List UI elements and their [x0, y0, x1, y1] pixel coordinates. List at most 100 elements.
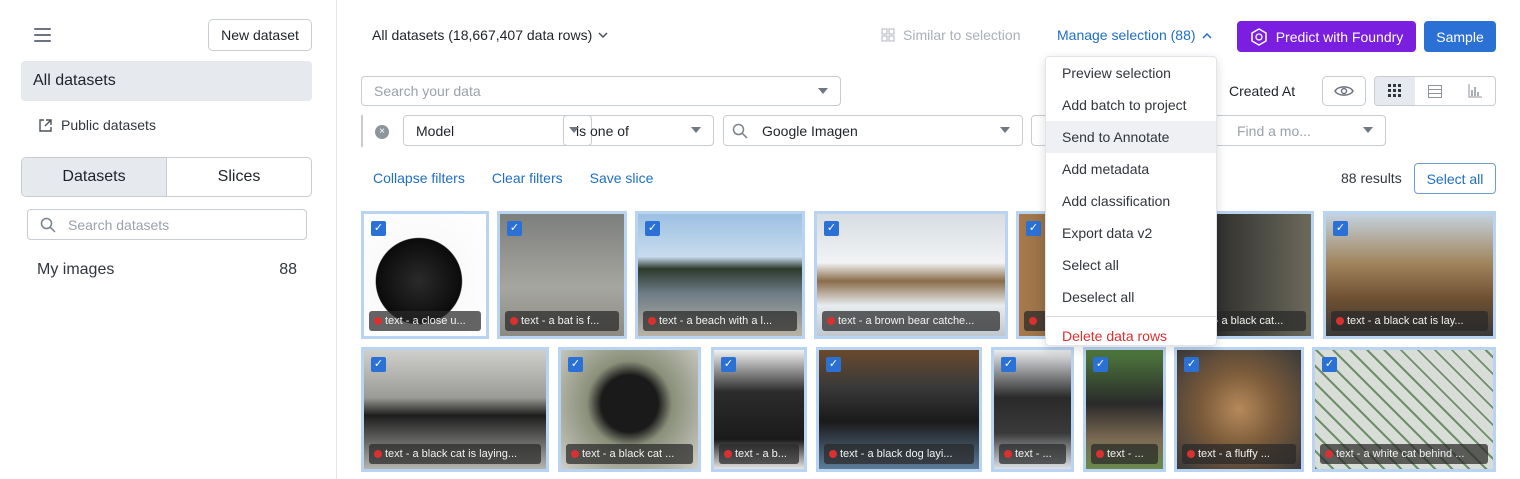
- sidebar-item-all-datasets[interactable]: All datasets: [21, 61, 312, 101]
- image-tile[interactable]: ✓ text - a black cat is laying...: [361, 347, 549, 472]
- dataset-item-my-images[interactable]: My images 88: [37, 258, 297, 282]
- grid-icon: [1388, 84, 1401, 97]
- menu-item-add-metadata[interactable]: Add metadata: [1046, 153, 1216, 185]
- menu-item-preview-selection[interactable]: Preview selection: [1046, 57, 1216, 89]
- menu-divider: [1046, 316, 1216, 317]
- grid-view-button[interactable]: [1375, 77, 1415, 105]
- caption: text - a brown bear catche...: [822, 311, 1000, 331]
- caption: text - a b...: [719, 444, 799, 464]
- dropdown-caret-icon: [1000, 127, 1010, 133]
- checkbox-checked-icon[interactable]: ✓: [568, 357, 583, 372]
- checkbox-checked-icon[interactable]: ✓: [645, 221, 660, 236]
- caption: text - a black cat is laying...: [369, 444, 541, 464]
- caption: text - a black cat is lay...: [1331, 311, 1488, 331]
- save-slice-link[interactable]: Save slice: [590, 170, 654, 186]
- list-view-button[interactable]: [1415, 77, 1455, 105]
- remove-filter-icon[interactable]: ×: [375, 125, 389, 139]
- foundry-icon: [1250, 27, 1267, 46]
- caption: text - ...: [999, 444, 1066, 464]
- tab-datasets[interactable]: Datasets: [22, 158, 167, 196]
- image-tile[interactable]: ✓ text - a black dog layi...: [816, 347, 982, 472]
- caption: text - a black dog layi...: [824, 444, 974, 464]
- menu-icon[interactable]: [34, 28, 51, 42]
- menu-item-send-to-annotate[interactable]: Send to Annotate: [1046, 121, 1216, 153]
- dropdown-caret-icon: [1363, 127, 1373, 133]
- checkbox-checked-icon[interactable]: ✓: [371, 357, 386, 372]
- image-tile[interactable]: ✓ text - a brown bear catche...: [814, 211, 1008, 339]
- search-datasets-input[interactable]: Search datasets: [27, 209, 307, 240]
- search-placeholder: Search your data: [374, 83, 481, 99]
- checkbox-checked-icon[interactable]: ✓: [1093, 357, 1108, 372]
- caption: text - a fluffy ...: [1182, 444, 1296, 464]
- filter-field-value: Model: [416, 122, 455, 139]
- checkbox-checked-icon[interactable]: ✓: [1001, 357, 1016, 372]
- menu-item-deselect-all[interactable]: Deselect all: [1046, 281, 1216, 313]
- search-placeholder: Search datasets: [68, 216, 170, 233]
- dataset-selector[interactable]: All datasets (18,667,407 data rows): [372, 27, 608, 43]
- main-panel: All datasets (18,667,407 data rows) Simi…: [337, 0, 1520, 479]
- caption: text - a close u...: [369, 311, 481, 331]
- checkbox-checked-icon[interactable]: ✓: [824, 221, 839, 236]
- image-tile[interactable]: ✓ text - a close u...: [361, 211, 489, 339]
- image-tile[interactable]: ✓ text - ...: [991, 347, 1074, 472]
- dataset-slice-toggle: Datasets Slices: [21, 157, 312, 197]
- filter-value-text: Google Imagen: [762, 122, 858, 139]
- sort-label: Created At: [1229, 83, 1296, 99]
- menu-item-delete-data-rows[interactable]: Delete data rows: [1046, 320, 1216, 352]
- select-all-button[interactable]: Select all: [1414, 163, 1496, 194]
- eye-icon: [1334, 86, 1354, 96]
- checkbox-checked-icon[interactable]: ✓: [1333, 221, 1348, 236]
- dataset-title: All datasets (18,667,407 data rows): [372, 27, 593, 43]
- chart-view-button[interactable]: [1455, 77, 1495, 105]
- checkbox-checked-icon[interactable]: ✓: [507, 221, 522, 236]
- menu-item-export-data-v2[interactable]: Export data v2: [1046, 217, 1216, 249]
- external-link-icon: [39, 118, 52, 132]
- visibility-toggle[interactable]: [1322, 76, 1366, 106]
- checkbox-checked-icon[interactable]: ✓: [371, 221, 386, 236]
- chevron-down-icon: [598, 31, 608, 38]
- chevron-up-icon: [1202, 32, 1212, 39]
- image-tile[interactable]: ✓ text - a bat is f...: [497, 211, 627, 339]
- filter-operator-value: is one of: [576, 122, 629, 139]
- dataset-count: 88: [279, 261, 297, 278]
- image-tile[interactable]: ✓ text - a black cat is lay...: [1323, 211, 1496, 339]
- similarity-icon: [881, 28, 895, 42]
- checkbox-checked-icon[interactable]: ✓: [1184, 357, 1199, 372]
- filter-links: Collapse filters Clear filters Save slic…: [373, 170, 653, 186]
- sidebar-item-public-datasets[interactable]: Public datasets: [38, 114, 156, 136]
- checkbox-checked-icon[interactable]: ✓: [1026, 221, 1041, 236]
- collapse-filters-link[interactable]: Collapse filters: [373, 170, 465, 186]
- manage-selection-menu: Preview selection Add batch to project S…: [1045, 56, 1217, 346]
- filter-value-select[interactable]: Google Imagen: [723, 115, 1023, 146]
- caption: text - a beach with a l...: [643, 311, 797, 331]
- checkbox-checked-icon[interactable]: ✓: [721, 357, 736, 372]
- predict-label: Predict with Foundry: [1275, 28, 1404, 45]
- image-tile[interactable]: ✓ text - ...: [1083, 347, 1166, 472]
- checkbox-checked-icon[interactable]: ✓: [1322, 357, 1337, 372]
- checkbox-checked-icon[interactable]: ✓: [826, 357, 841, 372]
- menu-item-select-all[interactable]: Select all: [1046, 249, 1216, 281]
- image-tile[interactable]: ✓ text - a fluffy ...: [1174, 347, 1304, 472]
- results-count: 88 results: [1341, 170, 1402, 186]
- image-tile[interactable]: ✓ text - a beach with a l...: [635, 211, 805, 339]
- manage-selection-button[interactable]: Manage selection (88): [1057, 27, 1212, 43]
- tab-slices[interactable]: Slices: [167, 158, 311, 196]
- caption: text - a black cat ...: [566, 444, 693, 464]
- menu-item-add-batch-to-project[interactable]: Add batch to project: [1046, 89, 1216, 121]
- dataset-name: My images: [37, 261, 115, 278]
- list-icon: [1428, 84, 1442, 98]
- new-dataset-button[interactable]: New dataset: [208, 19, 312, 51]
- sort-created-at[interactable]: Created At: [1207, 76, 1295, 106]
- image-tile[interactable]: ✓ text - a black cat ...: [558, 347, 701, 472]
- sidebar-item-label: Public datasets: [61, 117, 156, 133]
- clear-filters-link[interactable]: Clear filters: [492, 170, 563, 186]
- search-data-input[interactable]: Search your data: [361, 76, 841, 106]
- similar-to-selection-button[interactable]: Similar to selection: [881, 27, 1021, 43]
- image-tile[interactable]: ✓ text - a b...: [711, 347, 807, 472]
- predict-with-foundry-button[interactable]: Predict with Foundry: [1237, 21, 1416, 52]
- bar-chart-icon: [1468, 84, 1482, 98]
- menu-item-add-classification[interactable]: Add classification: [1046, 185, 1216, 217]
- sample-button[interactable]: Sample: [1424, 21, 1496, 52]
- image-tile[interactable]: ✓ text - a white cat behind ...: [1312, 347, 1496, 472]
- filter-operator-select[interactable]: is one of: [563, 115, 714, 146]
